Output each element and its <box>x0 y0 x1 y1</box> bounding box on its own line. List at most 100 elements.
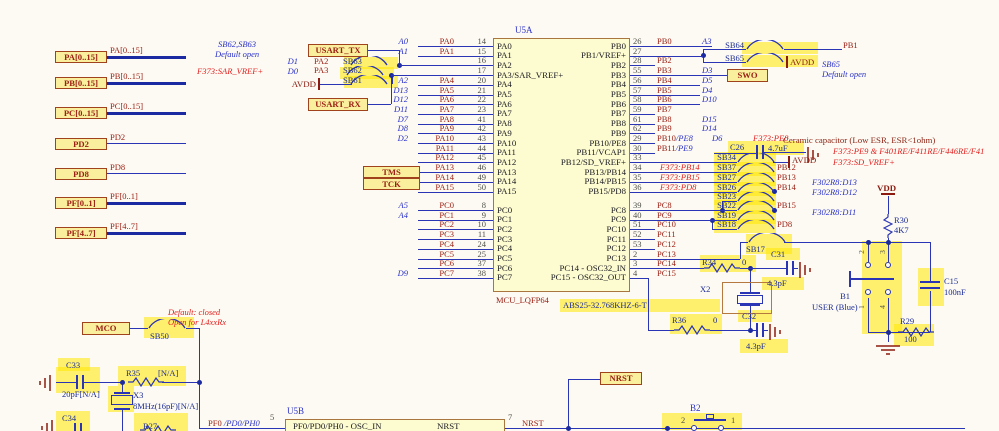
note-f373-pe9: F373:PE9 & F401RE/F411RE/F446RE/F41 <box>833 146 985 156</box>
res-r29-ref[interactable]: R29 <box>900 316 914 326</box>
port-swo[interactable]: SWO <box>727 69 768 82</box>
mcu-pin-name[interactable]: PB7 <box>496 108 626 118</box>
cap-c32-ref[interactable]: C32 <box>742 311 756 321</box>
bus-wire <box>107 112 186 115</box>
xtal-x2-ref[interactable]: X2 <box>700 284 710 294</box>
button-contact[interactable] <box>885 262 891 268</box>
button-contact[interactable] <box>865 262 871 268</box>
mcu-pin-name[interactable]: PB4 <box>496 79 626 89</box>
solder-bridge-label-sb19[interactable]: SB19 <box>708 210 736 220</box>
mcu-pin-name[interactable]: PB14/PB15 <box>496 176 626 186</box>
resistor-symbol <box>128 376 164 389</box>
net-label: PB12 <box>777 162 796 173</box>
mcu-pin-name[interactable]: PB0 <box>496 41 626 51</box>
wire <box>107 143 186 144</box>
f373-note: F373:PE8 <box>753 133 789 143</box>
mcu-pin-name[interactable]: PC9 <box>496 214 626 224</box>
res-r35-ref[interactable]: R35 <box>126 368 140 378</box>
solder-bridge-label-sb50[interactable]: SB50 <box>150 331 169 341</box>
button-contact[interactable] <box>865 289 871 295</box>
solder-bridge-label-sb37[interactable]: SB37 <box>708 162 736 172</box>
solder-bridge-label-sb64[interactable]: SB64 <box>716 40 744 50</box>
mcu-pin-name[interactable]: PB15/PD8 <box>496 186 626 196</box>
cap-c31-ref[interactable]: C31 <box>771 249 785 259</box>
crystal-x3-body[interactable] <box>111 395 133 405</box>
wire <box>84 382 122 383</box>
solder-bridge-label-sb27[interactable]: SB27 <box>708 172 736 182</box>
mcu-pin-name[interactable]: PB11/VCAP1 <box>496 147 626 157</box>
solder-bridge-label-sb18[interactable]: SB18 <box>708 219 736 229</box>
button-b1-pin3: 3 <box>877 250 887 254</box>
port-usart-rx[interactable]: USART_RX <box>308 98 368 111</box>
mcu-pin-name[interactable]: PC10 <box>496 224 626 234</box>
port-pd2[interactable]: PD2 <box>55 138 107 150</box>
pin-number: 59 <box>633 103 642 114</box>
mcu-pin-name[interactable]: PB9 <box>496 128 626 138</box>
port-pa015[interactable]: PA[0..15] <box>55 51 107 63</box>
port-pd8[interactable]: PD8 <box>55 168 107 180</box>
button-b1-pin1: 1 <box>856 305 866 309</box>
res-r30-ref[interactable]: R30 <box>894 215 908 225</box>
net-label: PB0 <box>657 36 672 46</box>
button-contact[interactable] <box>885 289 891 295</box>
pin-number: 36 <box>633 181 642 192</box>
mcu-pin-name[interactable]: PC12 <box>496 243 626 253</box>
net-label: PC2 <box>439 219 454 230</box>
res-r27-ref[interactable]: R27 <box>143 421 157 431</box>
mcu-pin-name[interactable]: PB2 <box>496 60 626 70</box>
button-b2-pin1: 1 <box>731 415 736 425</box>
solder-bridge-label-sb17[interactable]: SB17 <box>746 244 765 254</box>
mcu-pin-name[interactable]: PC11 <box>496 234 626 244</box>
cap-c34-ref[interactable]: C34 <box>62 413 76 423</box>
solder-bridge-label-sb62[interactable]: SB62 <box>343 65 362 75</box>
cap-c26-ref[interactable]: C26 <box>730 142 744 152</box>
net-label: PC11 <box>657 229 676 239</box>
cap-c31-value: 4.3pF <box>767 278 787 288</box>
mcu-pin-name[interactable]: PB13/PB14 <box>496 167 626 177</box>
mcu-pin-name[interactable]: PB1/VREF+ <box>496 50 626 60</box>
solder-bridge-label-sb34[interactable]: SB34 <box>708 152 736 162</box>
mcu-pin-name[interactable]: PB5 <box>496 89 626 99</box>
port-pf01[interactable]: PF[0..1] <box>55 197 107 209</box>
xtal-x3-ref[interactable]: X3 <box>133 390 143 400</box>
res-r34-ref[interactable]: R34 <box>702 257 716 267</box>
pin-wire <box>418 277 493 279</box>
button-contact[interactable] <box>691 425 697 431</box>
note-sb50-open-l4xxrx: Open for L4xxRx <box>168 317 227 327</box>
net-label-pf0: PF0 /PD0/PH0 <box>208 418 260 428</box>
button-contact[interactable] <box>718 425 724 431</box>
mcu-pin-name[interactable]: PB3 <box>496 70 626 80</box>
port-pf47[interactable]: PF[4..7] <box>55 227 107 239</box>
note-default-open: Default open <box>215 49 260 59</box>
net-label: PA11 <box>435 142 454 153</box>
res-r36-ref[interactable]: R36 <box>672 315 686 325</box>
power-label-avdd: AVDD <box>291 79 316 89</box>
pin-number: 30 <box>633 142 642 153</box>
net-label: PA13 <box>435 162 454 173</box>
mcu-pin-name[interactable]: PB12/SD_VREF+ <box>496 157 626 167</box>
net-label-main: PB0 <box>657 36 672 46</box>
mcu-pin-name[interactable]: PB6 <box>496 99 626 109</box>
solder-bridge-label-sb61[interactable]: SB61 <box>343 75 362 85</box>
net-label: PC9 <box>657 210 672 220</box>
wire <box>122 410 123 431</box>
cap-c15-ref[interactable]: C15 <box>944 276 958 286</box>
arduino-pin-label: A1 <box>398 45 408 56</box>
solder-bridge-label-sb22[interactable]: SB22 <box>708 200 736 210</box>
mcu-pin-name[interactable]: PB10/PE8 <box>496 138 626 148</box>
mcu-pin-name[interactable]: PC15 - OSC32_OUT <box>496 272 626 282</box>
port-mco[interactable]: MCO <box>82 322 130 335</box>
port-pb015[interactable]: PB[0..15] <box>55 77 107 89</box>
mcu-pin-name[interactable]: PC14 - OSC32_IN <box>496 263 626 273</box>
mcu-pin-name[interactable]: PC8 <box>496 205 626 215</box>
net-label: PA7 <box>439 103 454 114</box>
port-nrst[interactable]: NRST <box>600 372 642 385</box>
solder-bridge-label-sb65[interactable]: SB65 <box>716 53 744 63</box>
pin-number: 22 <box>477 94 487 105</box>
mcu-pin-name[interactable]: PC13 <box>496 253 626 263</box>
mcu-pin-name[interactable]: PB8 <box>496 118 626 128</box>
cap-c33-ref[interactable]: C33 <box>66 360 80 370</box>
net-label: PB6 <box>657 94 672 104</box>
port-pc015[interactable]: PC[0..15] <box>55 107 107 119</box>
arduino-pin-label: A0 <box>398 36 408 46</box>
